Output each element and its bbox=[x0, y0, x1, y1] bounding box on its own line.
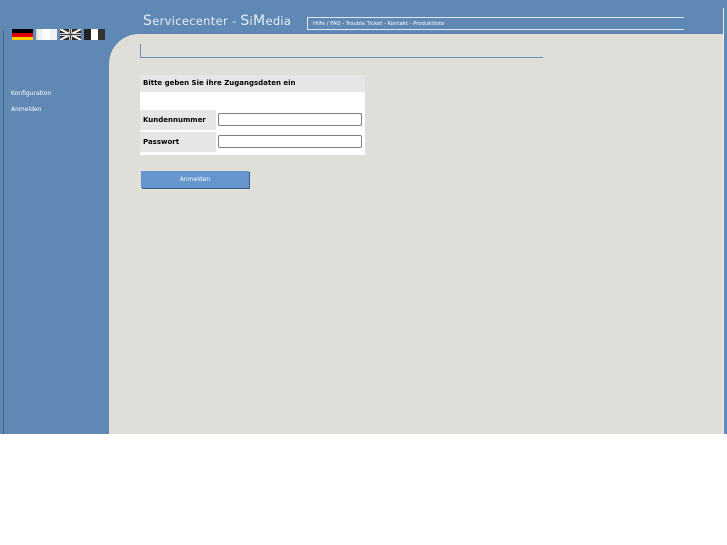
language-flags bbox=[12, 29, 105, 40]
sidebar-edge bbox=[3, 30, 4, 434]
title-cap: S bbox=[143, 13, 153, 29]
app-title: Servicecenter - SiMedia bbox=[143, 13, 291, 29]
password-input[interactable] bbox=[218, 135, 362, 148]
page-frame: Servicecenter - SiMedia Hilfe / FAQ - Tr… bbox=[0, 0, 727, 434]
sidebar-item-konfiguration[interactable]: Konfiguration bbox=[11, 90, 51, 97]
top-nav[interactable]: Hilfe / FAQ - Trouble Ticket - Kontakt -… bbox=[307, 17, 684, 30]
login-button[interactable]: Anmelden bbox=[141, 171, 249, 188]
flag-uk-icon[interactable] bbox=[60, 29, 81, 40]
content-header-line bbox=[140, 44, 543, 58]
brand-s: S bbox=[240, 13, 250, 29]
login-form: Bitte geben Sie ihre Zugangsdaten ein Ku… bbox=[140, 75, 365, 155]
customer-number-input[interactable] bbox=[218, 113, 362, 126]
brand-rest: edia bbox=[265, 14, 292, 28]
sidebar-item-anmelden[interactable]: Anmelden bbox=[11, 106, 41, 113]
password-label: Passwort bbox=[140, 132, 216, 152]
flag-fr-icon[interactable] bbox=[36, 29, 57, 40]
brand-m: M bbox=[253, 13, 266, 29]
frame-edge bbox=[723, 8, 724, 434]
flag-de-icon[interactable] bbox=[12, 29, 33, 40]
login-heading: Bitte geben Sie ihre Zugangsdaten ein bbox=[140, 75, 365, 92]
flag-it-icon[interactable] bbox=[84, 29, 105, 40]
title-prefix: ervicecenter - bbox=[152, 14, 241, 28]
customer-number-label: Kundennummer bbox=[140, 110, 216, 130]
